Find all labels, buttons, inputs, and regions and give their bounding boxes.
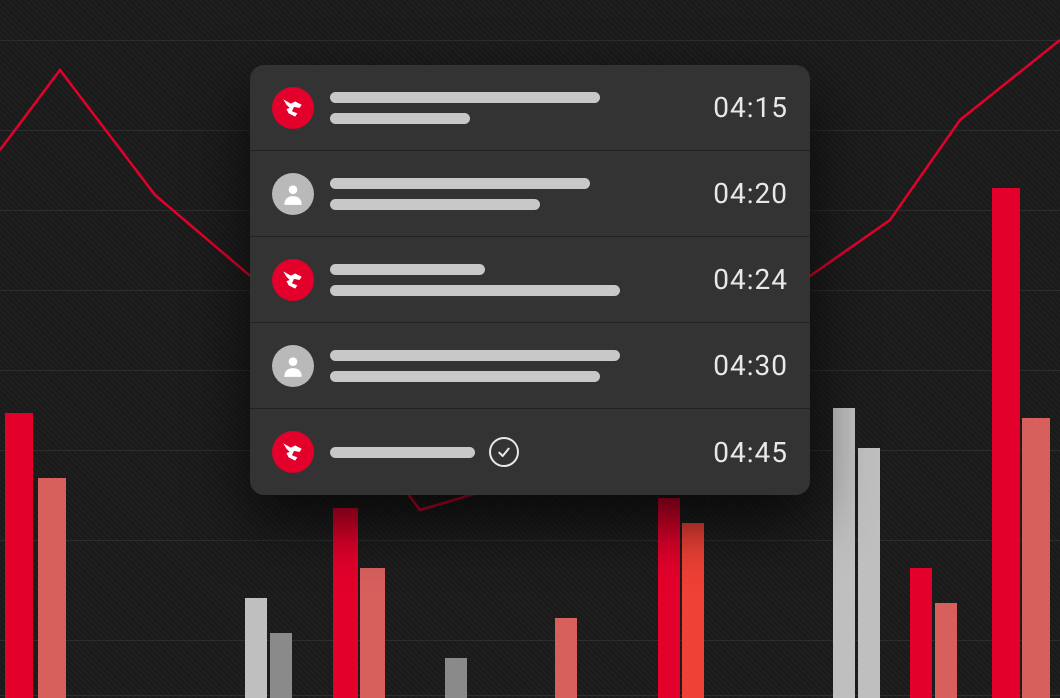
person-icon [272,345,314,387]
message-text-placeholder [330,264,485,275]
message-text-placeholder [330,178,590,189]
message-text-placeholder [330,447,475,458]
message-content [330,350,697,382]
chat-row: 04:45 [250,409,810,495]
message-text-placeholder [330,285,620,296]
chat-row: 04:20 [250,151,810,237]
falcon-icon [272,87,314,129]
message-content [330,437,697,467]
message-content [330,178,697,210]
timestamp: 04:15 [713,91,788,124]
message-content [330,264,697,296]
person-icon [272,173,314,215]
timestamp: 04:24 [713,263,788,296]
message-text-placeholder [330,92,600,103]
chat-row: 04:15 [250,65,810,151]
chat-row: 04:24 [250,237,810,323]
falcon-icon [272,431,314,473]
timestamp: 04:20 [713,177,788,210]
chat-row: 04:30 [250,323,810,409]
message-text-placeholder [330,113,470,124]
message-text-placeholder [330,199,540,210]
falcon-icon [272,259,314,301]
chat-panel: 04:15 04:20 04:24 04:30 04:45 [250,65,810,495]
message-text-placeholder [330,371,600,382]
timestamp: 04:45 [713,436,788,469]
message-content [330,92,697,124]
timestamp: 04:30 [713,349,788,382]
check-icon [489,437,519,467]
message-text-placeholder [330,350,620,361]
